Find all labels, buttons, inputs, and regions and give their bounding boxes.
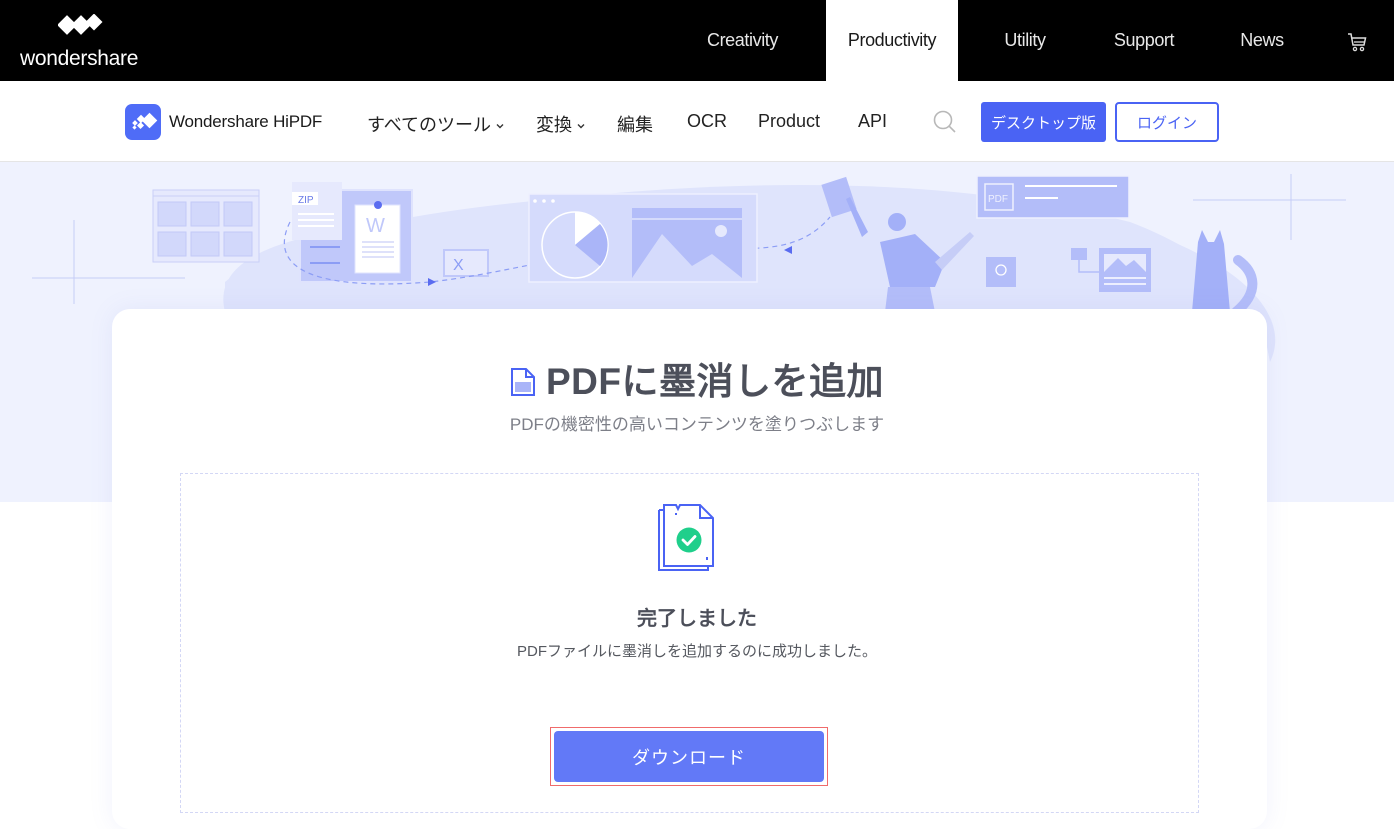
file-success-icon	[658, 504, 714, 571]
nav-edit[interactable]: 編集	[617, 111, 653, 137]
status-title: 完了しました	[637, 608, 757, 630]
svg-text:X: X	[453, 257, 464, 274]
page-header: PDFに墨消しを追加	[0, 351, 1394, 405]
login-button[interactable]: ログイン	[1115, 102, 1219, 142]
page-subtitle: PDFの機密性の高いコンテンツを塗りつぶします	[509, 415, 885, 434]
nav-ocr[interactable]: OCR	[687, 111, 727, 132]
nav-convert[interactable]: 変換	[536, 111, 586, 137]
page-title: PDFに墨消しを追加	[546, 361, 884, 402]
wondershare-wordmark: wondershare	[20, 47, 139, 70]
topnav-support[interactable]: Support	[1100, 0, 1188, 81]
svg-text:ZIP: ZIP	[298, 195, 314, 206]
global-header: wondershare Creativity Productivity Util…	[0, 0, 1394, 81]
search-icon[interactable]	[932, 109, 958, 135]
nav-convert-label: 変換	[536, 115, 572, 135]
shopping-cart-icon[interactable]	[1346, 31, 1368, 53]
desktop-version-button[interactable]: デスクトップ版	[981, 102, 1106, 142]
topnav-creativity[interactable]: Creativity	[685, 0, 800, 81]
document-icon	[511, 368, 535, 396]
cat-figure-graphic	[1192, 230, 1258, 317]
wondershare-mark-icon	[58, 14, 103, 35]
status-message: PDFファイルに墨消しを追加するのに成功しました。	[516, 643, 877, 660]
nav-all-tools-label: すべてのツール	[367, 115, 492, 135]
topnav-productivity[interactable]: Productivity	[826, 0, 958, 81]
topnav-news[interactable]: News	[1228, 0, 1296, 81]
svg-text:W: W	[366, 215, 385, 237]
chevron-down-icon	[496, 124, 504, 129]
hipdf-product-name[interactable]: Wondershare HiPDF	[169, 112, 322, 132]
grid-window-graphic	[152, 189, 260, 263]
nav-all-tools[interactable]: すべてのツール	[367, 111, 505, 137]
svg-text:PDF: PDF	[988, 194, 1008, 205]
chevron-down-icon	[577, 124, 585, 129]
download-button[interactable]: ダウンロード	[554, 731, 824, 782]
wondershare-logo[interactable]: wondershare	[20, 14, 140, 70]
topnav-utility[interactable]: Utility	[985, 0, 1065, 81]
hipdf-logo-icon[interactable]	[125, 104, 161, 140]
nav-product[interactable]: Product	[758, 111, 820, 132]
nav-api[interactable]: API	[858, 111, 887, 132]
